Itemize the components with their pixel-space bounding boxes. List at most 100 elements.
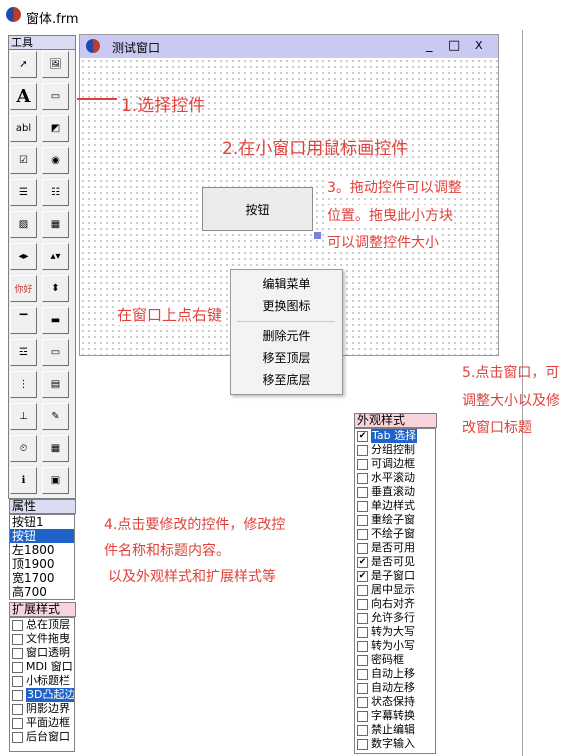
style-checkbox[interactable]: ✔	[357, 556, 368, 568]
style-checkbox[interactable]	[357, 626, 368, 638]
style-option[interactable]: 可调边框	[355, 457, 435, 471]
style-option[interactable]: 分组控制	[355, 443, 435, 457]
toolbar-tool-icon[interactable]: ☲	[10, 339, 37, 366]
statusbar-tool-icon[interactable]: ▭	[42, 339, 69, 366]
style-option[interactable]: 自动左移	[355, 681, 435, 695]
grid-tool-icon[interactable]: ▦	[42, 211, 69, 238]
style-option[interactable]: 转为大写	[355, 625, 435, 639]
button-tool-icon[interactable]: ▭	[42, 83, 69, 110]
style-option[interactable]: 窗口透明	[10, 646, 74, 660]
style-option[interactable]: 字幕转换	[355, 709, 435, 723]
trackbar-tool-icon[interactable]: ⊥	[10, 403, 37, 430]
resize-handle[interactable]	[314, 232, 321, 239]
style-option[interactable]: ✔ 是子窗口	[355, 569, 435, 583]
style-checkbox[interactable]	[357, 458, 368, 470]
style-option[interactable]: ✔ Tab 选择	[355, 429, 435, 443]
style-checkbox[interactable]	[357, 640, 368, 652]
info-tool-icon[interactable]: ℹ	[10, 467, 37, 494]
menu-item-bring-to-top[interactable]: 移至顶层	[231, 350, 342, 366]
tab-tool-icon[interactable]: ▔	[10, 307, 37, 334]
style-option[interactable]: 单边样式	[355, 499, 435, 513]
style-option[interactable]: 是否可用	[355, 541, 435, 555]
style-option[interactable]: 不绘子窗	[355, 527, 435, 541]
minimize-button[interactable]: _	[426, 38, 433, 54]
listview-tool-icon[interactable]: ▤	[42, 371, 69, 398]
film-tool-icon[interactable]: ▣	[42, 467, 69, 494]
style-checkbox[interactable]	[357, 514, 368, 526]
property-row[interactable]: 左1800	[10, 543, 74, 557]
picture-box-icon[interactable]: 🖼	[42, 51, 69, 78]
style-option[interactable]: 允许多行	[355, 611, 435, 625]
listbox-tool-icon[interactable]: ☰	[10, 179, 37, 206]
style-checkbox[interactable]	[12, 731, 23, 743]
style-option[interactable]: ✔ 是否可见	[355, 555, 435, 569]
property-row[interactable]: 按钮1	[10, 515, 74, 529]
style-checkbox[interactable]	[357, 500, 368, 512]
style-checkbox[interactable]	[12, 717, 23, 729]
design-button-control[interactable]: 按钮	[202, 187, 313, 231]
style-checkbox[interactable]	[357, 472, 368, 484]
style-checkbox[interactable]	[357, 542, 368, 554]
style-option[interactable]: MDI 窗口	[10, 660, 74, 674]
menu-item-change-icon[interactable]: 更换图标	[231, 298, 342, 314]
style-checkbox[interactable]	[357, 584, 368, 596]
radio-tool-icon[interactable]: ◉	[42, 147, 69, 174]
style-checkbox[interactable]	[357, 682, 368, 694]
style-option[interactable]: 总在顶层	[10, 618, 74, 632]
style-option[interactable]: 垂直滚动	[355, 485, 435, 499]
style-checkbox[interactable]	[357, 486, 368, 498]
style-checkbox[interactable]	[12, 647, 23, 659]
menu-item-delete-element[interactable]: 删除元件	[231, 328, 342, 344]
richtext-tool-icon[interactable]: ✎	[42, 403, 69, 430]
style-checkbox[interactable]	[12, 633, 23, 645]
style-option[interactable]: 居中显示	[355, 583, 435, 597]
style-option[interactable]: 转为小写	[355, 639, 435, 653]
spin-tool-icon[interactable]: ⬍	[42, 275, 69, 302]
style-checkbox[interactable]	[357, 668, 368, 680]
style-checkbox[interactable]	[12, 675, 23, 687]
dialog-tool-icon[interactable]: ▦	[42, 435, 69, 462]
design-form-titlebar[interactable]: 测试窗口 _ □ X	[80, 35, 498, 58]
style-checkbox[interactable]	[12, 619, 23, 631]
style-option[interactable]: 自动上移	[355, 667, 435, 681]
style-option[interactable]: 平面边框	[10, 716, 74, 730]
style-option[interactable]: 小标题栏	[10, 674, 74, 688]
hscroll-tool-icon[interactable]: ◂▸	[10, 243, 37, 270]
style-checkbox[interactable]	[357, 710, 368, 722]
style-option[interactable]: 状态保持	[355, 695, 435, 709]
checkbox-tool-icon[interactable]: ☑	[10, 147, 37, 174]
style-checkbox[interactable]	[357, 654, 368, 666]
appearance-styles-list[interactable]: ✔ Tab 选择 分组控制 可调边框 水平滚动 垂直滚动 单边样式 重绘子窗 不绘子窗 是否可用 ✔…	[354, 428, 436, 754]
property-row[interactable]: 宽1700	[10, 571, 74, 585]
progress-tool-icon[interactable]: ▬	[42, 307, 69, 334]
style-option[interactable]: 重绘子窗	[355, 513, 435, 527]
style-option[interactable]: 密码框	[355, 653, 435, 667]
close-button[interactable]: X	[475, 38, 483, 54]
menu-item-edit-menu[interactable]: 编辑菜单	[231, 276, 342, 292]
timer-tool-icon[interactable]: ⏲	[10, 435, 37, 462]
style-option[interactable]: 后台窗口	[10, 730, 74, 744]
style-option[interactable]: 水平滚动	[355, 471, 435, 485]
combobox-tool-icon[interactable]: ☷	[42, 179, 69, 206]
style-checkbox[interactable]	[12, 703, 23, 715]
pointer-icon[interactable]: ➚	[10, 51, 37, 78]
vscroll-tool-icon[interactable]: ▴▾	[42, 243, 69, 270]
tree-tool-icon[interactable]: ⋮	[10, 371, 37, 398]
style-checkbox[interactable]	[357, 612, 368, 624]
ext-styles-list[interactable]: 总在顶层 文件拖曳 窗口透明 MDI 窗口 小标题栏 3D凸起边 阴影边界 平面边框 后台窗口	[9, 617, 75, 752]
style-option[interactable]: 禁止编辑	[355, 723, 435, 737]
style-checkbox[interactable]: ✔	[357, 570, 368, 582]
property-row[interactable]: 高700	[10, 585, 74, 599]
image-tool-icon[interactable]: ▨	[10, 211, 37, 238]
property-row[interactable]: 按钮	[10, 529, 74, 543]
frame-tool-icon[interactable]: ◩	[42, 115, 69, 142]
style-checkbox[interactable]	[357, 724, 368, 736]
properties-list[interactable]: 按钮1 按钮 左1800 顶1900 宽1700 高700	[9, 514, 75, 600]
style-checkbox[interactable]	[357, 444, 368, 456]
style-checkbox[interactable]	[12, 661, 23, 673]
style-checkbox[interactable]: ✔	[357, 430, 368, 442]
style-option[interactable]: 3D凸起边	[10, 688, 74, 702]
style-checkbox[interactable]	[357, 528, 368, 540]
style-checkbox[interactable]	[357, 738, 368, 750]
style-checkbox[interactable]	[12, 689, 23, 701]
